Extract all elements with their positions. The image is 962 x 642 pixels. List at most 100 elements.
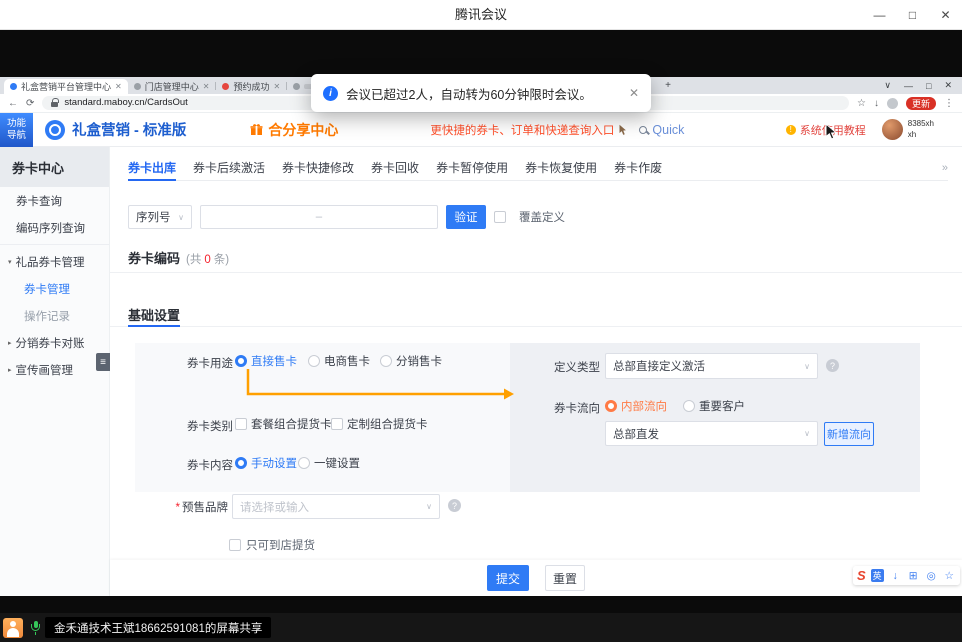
user-avatar[interactable]: [882, 119, 903, 140]
maximize-button[interactable]: □: [896, 0, 929, 30]
basic-settings-tab[interactable]: 基础设置: [128, 305, 180, 324]
submit-button[interactable]: 提交: [487, 565, 529, 591]
app-logo-icon[interactable]: [45, 120, 65, 140]
profile-avatar[interactable]: [887, 98, 898, 109]
store-only-checkbox[interactable]: [229, 539, 241, 551]
browser-menu-icon[interactable]: ⋮: [944, 98, 954, 109]
tab-card-resume[interactable]: 券卡恢复使用: [525, 155, 597, 180]
sidebar-item-label: 礼品券卡管理: [16, 254, 85, 270]
reset-button[interactable]: 重置: [545, 565, 585, 591]
define-type-select[interactable]: 总部直接定义激活 ∨: [605, 353, 818, 379]
radio-off-icon: [308, 355, 320, 367]
radio-direct-sale[interactable]: 直接售卡: [235, 353, 297, 369]
toast-close-icon[interactable]: ✕: [629, 86, 639, 100]
presale-brand-text: 预售品牌: [182, 502, 228, 514]
tab-card-recycle[interactable]: 券卡回收: [371, 155, 419, 180]
serial-range-input[interactable]: [200, 205, 438, 229]
browser-maximize-button[interactable]: □: [926, 81, 931, 91]
settings-panel-left: 券卡用途 直接售卡 电商售卡 分销售卡: [135, 343, 510, 492]
radio-label: 分销售卡: [396, 353, 442, 369]
quick-search[interactable]: Quick: [639, 123, 684, 137]
info-icon[interactable]: ?: [826, 359, 839, 372]
sidebar-item-card-query[interactable]: 券卡查询: [0, 187, 109, 214]
star-icon[interactable]: ☆: [943, 569, 956, 582]
window-controls: — □ ✕: [863, 0, 962, 30]
sidebar-group-distribution-reconcile[interactable]: ▸ 分销券卡对账: [0, 329, 109, 356]
add-flow-button[interactable]: 新增流向: [824, 422, 874, 446]
browser-tab[interactable]: 门店管理中心 ✕: [128, 79, 216, 94]
tab-card-later-activate[interactable]: 券卡后续激活: [193, 155, 265, 180]
tabs-collapse-icon[interactable]: »: [942, 162, 948, 174]
sidebar-item-code-serial-query[interactable]: 编码序列查询: [0, 214, 109, 241]
shared-screen-stage: 礼盒营销平台管理中心 ✕ 门店管理中心 ✕ 预约成功 ✕: [0, 30, 962, 613]
close-button[interactable]: ✕: [929, 0, 962, 30]
override-checkbox[interactable]: [494, 211, 506, 223]
radio-manual-set[interactable]: 手动设置: [235, 455, 297, 471]
grid-icon[interactable]: ⊞: [907, 569, 920, 582]
content-label: 券卡内容: [175, 457, 233, 473]
serial-select[interactable]: 序列号 ∨: [128, 205, 192, 229]
tab-card-pause[interactable]: 券卡暂停使用: [436, 155, 508, 180]
flow-select[interactable]: 总部直发 ∨: [605, 421, 818, 446]
verify-button[interactable]: 验证: [446, 205, 486, 229]
sidebar-group-gift-card-mgmt[interactable]: ▾ 礼品券卡管理: [0, 248, 109, 275]
tab-favicon: [10, 83, 17, 90]
target-icon[interactable]: ◎: [925, 569, 938, 582]
promo-link[interactable]: 更快捷的券卡、订单和快递查询入口: [430, 122, 627, 138]
browser-close-button[interactable]: ✕: [944, 80, 952, 91]
usage-label: 券卡用途: [175, 355, 233, 371]
radio-ecommerce-sale[interactable]: 电商售卡: [308, 353, 370, 369]
nav-toggle-line2: 导航: [7, 130, 26, 142]
radio-label: 一键设置: [314, 455, 360, 471]
browser-window: 礼盒营销平台管理中心 ✕ 门店管理中心 ✕ 预约成功 ✕: [0, 77, 962, 596]
sidebar-item-operation-log[interactable]: 操作记录: [0, 302, 109, 329]
download-icon[interactable]: ↓: [874, 98, 879, 109]
new-tab-button[interactable]: +: [665, 80, 671, 91]
user-name-line2: xh: [908, 130, 934, 140]
count-suffix: 条): [214, 254, 229, 266]
tutorial-link[interactable]: ! 系统使用教程: [786, 122, 866, 138]
store-only-label: 只可到店提货: [246, 537, 315, 553]
tab-close-icon[interactable]: ✕: [115, 82, 122, 91]
app-brand-title[interactable]: 礼盒营销 - 标准版: [72, 119, 186, 140]
override-label: 覆盖定义: [519, 209, 565, 225]
form-footer: 提交 重置: [110, 560, 962, 596]
translate-icon[interactable]: 英: [871, 569, 884, 582]
sidebar-item-card-mgmt[interactable]: 券卡管理: [0, 275, 109, 302]
tab-card-quick-edit[interactable]: 券卡快捷修改: [282, 155, 354, 180]
floating-toolbar: S 英 ↓ ⊞ ◎ ☆: [853, 566, 960, 585]
checkbox-combo-pickup-card[interactable]: 套餐组合提货卡: [235, 416, 332, 432]
tab-card-outbound[interactable]: 券卡出库: [128, 155, 176, 181]
checkbox-label: 套餐组合提货卡: [251, 416, 332, 432]
radio-important-customer[interactable]: 重要客户: [683, 398, 745, 414]
checkbox-custom-pickup-card[interactable]: 定制组合提货卡: [331, 416, 428, 432]
tab-search-icon[interactable]: ∨: [884, 80, 891, 91]
workspace: 券卡中心 券卡查询 编码序列查询 ▾ 礼品券卡管理 券卡管理: [0, 147, 962, 596]
sidebar-title: 券卡中心: [0, 147, 109, 187]
presale-brand-select[interactable]: 请选择或输入 ∨: [232, 494, 440, 519]
tab-close-icon[interactable]: ✕: [203, 82, 210, 91]
browser-tab[interactable]: 预约成功 ✕: [216, 79, 286, 94]
refresh-icon[interactable]: ⟳: [26, 98, 34, 109]
radio-one-click-set[interactable]: 一键设置: [298, 455, 360, 471]
chevron-down-icon: ∨: [804, 429, 810, 438]
browser-minimize-button[interactable]: —: [904, 81, 913, 91]
radio-internal-flow[interactable]: 内部流向: [605, 398, 667, 414]
bookmark-star-icon[interactable]: ☆: [857, 98, 866, 109]
browser-update-button[interactable]: 更新: [906, 97, 936, 110]
radio-label: 重要客户: [699, 398, 745, 414]
widget-logo-icon[interactable]: S: [857, 568, 866, 583]
page-tabs: 券卡出库 券卡后续激活 券卡快捷修改 券卡回收 券卡暂停使用 券卡恢复使用 券卡…: [128, 155, 948, 181]
function-nav-toggle[interactable]: 功能 导航: [0, 113, 33, 147]
share-center-link[interactable]: 合分享中心: [250, 120, 338, 140]
back-icon[interactable]: ←: [8, 98, 18, 109]
sidebar-collapse-handle[interactable]: ≡: [96, 353, 110, 371]
minimize-button[interactable]: —: [863, 0, 896, 30]
sidebar-group-promo-material[interactable]: ▸ 宣传画管理: [0, 356, 109, 383]
radio-distribution-sale[interactable]: 分销售卡: [380, 353, 442, 369]
browser-tab[interactable]: 礼盒营销平台管理中心 ✕: [4, 79, 128, 94]
tab-close-icon[interactable]: ✕: [273, 82, 280, 91]
info-icon[interactable]: ?: [448, 499, 461, 512]
download-icon[interactable]: ↓: [889, 569, 902, 582]
tab-card-void[interactable]: 券卡作废: [614, 155, 662, 180]
